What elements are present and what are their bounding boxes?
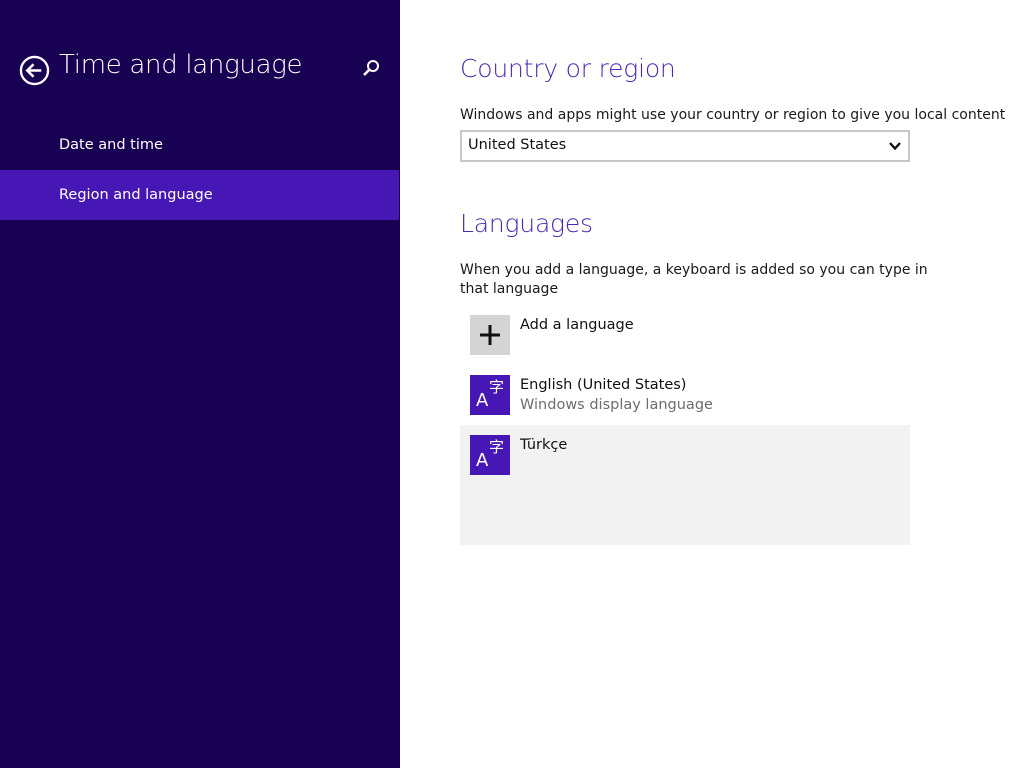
sidebar-item-region-and-language[interactable]: Region and language [0,170,399,220]
languages-description: When you add a language, a keyboard is a… [460,262,928,297]
search-icon[interactable] [360,58,382,80]
add-language-button[interactable]: Add a language [460,310,910,364]
language-item-turkish[interactable]: A 字 Türkçe [460,425,910,545]
language-item-english[interactable]: A 字 English (United States) Windows disp… [460,370,910,424]
languages-section-title: Languages [460,209,593,238]
language-name: Türkçe [520,437,568,453]
page-title: Time and language [59,50,303,80]
sidebar-item-date-and-time[interactable]: Date and time [0,120,399,170]
sidebar: Time and language Date and time Region a… [0,0,400,768]
add-language-label: Add a language [520,317,634,333]
language-icon: A 字 [470,375,510,415]
main-content: Country or region Windows and apps might… [400,0,1024,768]
language-subtitle: Windows display language [520,397,713,413]
language-icon: A 字 [470,435,510,475]
back-arrow-circle-icon[interactable] [19,55,50,86]
country-select[interactable]: United States [460,130,910,162]
chevron-down-icon [889,142,901,151]
country-description: Windows and apps might use your country … [460,107,1006,123]
country-select-value: United States [468,137,567,153]
plus-icon [480,325,500,345]
language-name: English (United States) [520,377,687,393]
country-section-title: Country or region [460,54,676,83]
add-tile [470,315,510,355]
